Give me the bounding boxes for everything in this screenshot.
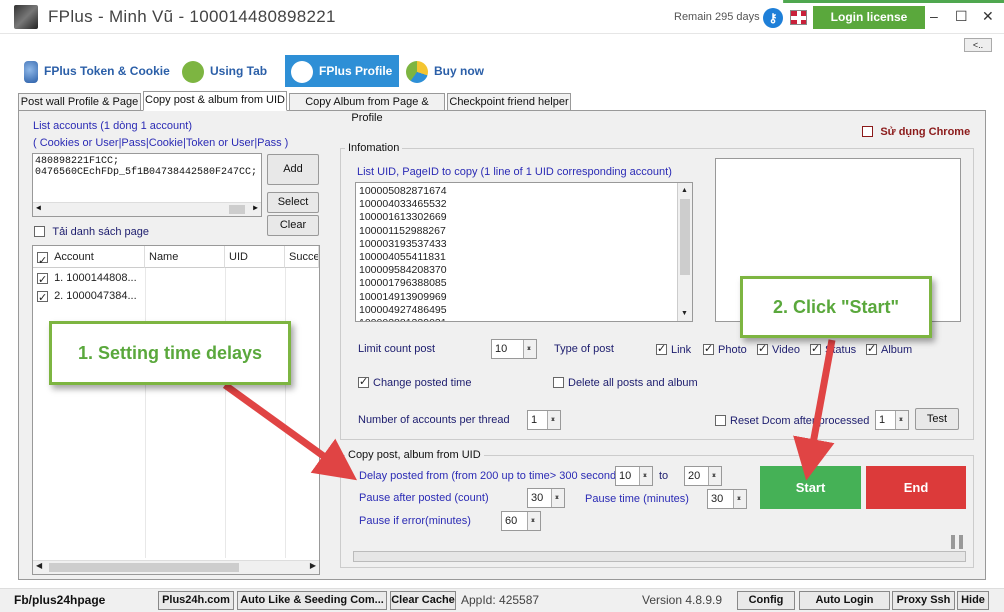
clear-cache-button[interactable]: Clear Cache xyxy=(390,591,456,610)
config-button[interactable]: Config xyxy=(737,591,795,610)
callout-setting-delays: 1. Setting time delays xyxy=(49,321,291,385)
appid-text: AppId: 425587 xyxy=(461,593,540,607)
hide-button[interactable]: Hide xyxy=(957,591,989,610)
plus24h-button[interactable]: Plus24h.com xyxy=(158,591,234,610)
proxy-ssh-button[interactable]: Proxy Ssh xyxy=(892,591,955,610)
fb-page-link[interactable]: Fb/plus24hpage xyxy=(14,593,105,607)
auto-like-button[interactable]: Auto Like & Seeding Com... xyxy=(237,591,387,610)
version-text: Version 4.8.9.9 xyxy=(642,593,723,607)
arrow-to-delay xyxy=(222,382,358,481)
callout-click-start: 2. Click "Start" xyxy=(740,276,932,338)
arrow-to-start xyxy=(793,339,836,481)
auto-login-button[interactable]: Auto Login xyxy=(799,591,890,610)
